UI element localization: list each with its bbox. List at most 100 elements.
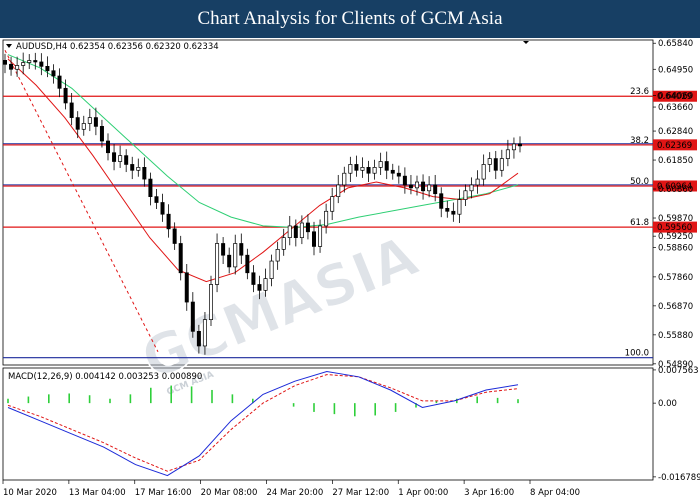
candle-body <box>63 87 68 104</box>
y-tick-label: 0.59870 <box>658 214 693 224</box>
candle-body <box>136 167 141 171</box>
candle-body <box>372 167 377 174</box>
x-tick-label: 27 Mar 12:00 <box>332 488 389 498</box>
candle-body <box>51 70 56 77</box>
candle-body <box>221 243 226 256</box>
candle-body <box>493 158 498 171</box>
candle-body <box>402 175 407 186</box>
candle-body <box>305 222 310 233</box>
candle-body <box>142 167 147 180</box>
candle-body <box>439 193 444 209</box>
candle-body <box>312 231 316 247</box>
candle-body <box>469 184 474 192</box>
y-tick-label: 0.58860 <box>658 244 693 254</box>
candle-body <box>154 196 159 203</box>
candle-body <box>99 126 104 142</box>
candle-body <box>408 184 413 189</box>
candle-body <box>251 272 256 285</box>
candle-body <box>390 169 395 174</box>
candle-body <box>451 210 456 215</box>
candle-body <box>196 330 201 347</box>
candle-body <box>27 60 32 63</box>
y-tick-label: 0.59250 <box>658 232 693 242</box>
candle-body <box>93 117 98 127</box>
candle-body <box>360 167 365 171</box>
candle-body <box>148 178 153 197</box>
fib-level-label: 23.6 <box>630 87 649 97</box>
y-tick-label: 0.55880 <box>658 331 693 341</box>
candle-body <box>39 61 44 67</box>
candle-body <box>45 66 50 72</box>
candle-body <box>348 164 353 174</box>
candle-body <box>57 75 62 89</box>
candle-body <box>293 225 298 238</box>
candle-body <box>233 243 238 268</box>
y-tick-label: 0.56870 <box>658 302 693 312</box>
candle-body <box>33 60 38 63</box>
candle-body <box>354 164 359 171</box>
candle-body <box>378 161 383 168</box>
candle-body <box>263 278 268 291</box>
candle-body <box>3 60 7 65</box>
candle-body <box>269 260 274 279</box>
y-tick-label: 0.63660 <box>658 103 693 113</box>
candle-body <box>336 184 341 197</box>
candle-body <box>499 158 504 171</box>
candle-body <box>487 158 492 165</box>
candle-body <box>81 123 86 130</box>
x-tick-label: 1 Apr 00:00 <box>398 488 448 498</box>
y-tick-label: 0.61850 <box>658 156 693 166</box>
candle-body <box>421 181 426 192</box>
y-tick-label: 0.60860 <box>658 185 693 195</box>
candle-body <box>481 164 486 180</box>
candle-body <box>427 184 432 192</box>
candle-body <box>433 184 438 195</box>
macd-panel-frame <box>2 367 654 481</box>
fib-level-label: 100.0 <box>625 349 649 359</box>
x-tick-label: 17 Mar 16:00 <box>135 488 192 498</box>
candle-body <box>324 210 329 227</box>
y-tick-label: 0.62840 <box>658 127 693 137</box>
candle-body <box>511 143 516 151</box>
candle-body <box>69 102 74 118</box>
candle-body <box>275 248 280 262</box>
fib-price-tag-label: 0.62369 <box>657 141 692 151</box>
candle-body <box>475 178 480 186</box>
chart-area[interactable]: GCMASIA GCM ASIA 23.6 0.6402938.2 0.623695… <box>0 0 700 500</box>
candle-body <box>215 243 220 285</box>
macd-info: MACD(12,26,9) 0.004142 0.003253 0.000890 <box>8 372 202 382</box>
x-tick-label: 20 Mar 08:00 <box>201 488 258 498</box>
candle-body <box>245 254 250 274</box>
candle-body <box>299 222 304 238</box>
candle-body <box>505 149 510 159</box>
symbol-info: AUDUSD,H4 0.62354 0.62356 0.62320 0.6233… <box>16 42 219 52</box>
candle-body <box>227 254 232 268</box>
candle-body <box>463 190 468 200</box>
fib-level-label: 61.8 <box>630 218 649 228</box>
candle-body <box>184 272 189 303</box>
candle-body <box>415 181 419 189</box>
candle-body <box>87 117 92 124</box>
candle-body <box>342 172 347 186</box>
candle-body <box>330 196 335 212</box>
candle-body <box>178 243 183 274</box>
candle-body <box>366 167 371 174</box>
candle-body <box>9 63 14 70</box>
candle-body <box>281 237 286 250</box>
candle-body <box>124 155 129 165</box>
candle-body <box>112 152 117 162</box>
candle-body <box>160 202 165 215</box>
x-tick-label: 24 Mar 20:00 <box>267 488 324 498</box>
candle-body <box>172 228 177 244</box>
candle-body <box>75 117 80 130</box>
candle-body <box>257 284 262 291</box>
x-tick-label: 8 Apr 04:00 <box>530 488 580 498</box>
y-tick-label: 0.65840 <box>658 39 693 49</box>
macd-y-tick-label: 0.007563 <box>658 366 699 376</box>
fib-level-label: 50.0 <box>630 177 649 187</box>
candle-body <box>106 140 110 154</box>
candle-body <box>384 161 389 171</box>
candle-body <box>15 65 20 70</box>
candle-body <box>202 319 207 347</box>
candle-body <box>457 199 462 215</box>
